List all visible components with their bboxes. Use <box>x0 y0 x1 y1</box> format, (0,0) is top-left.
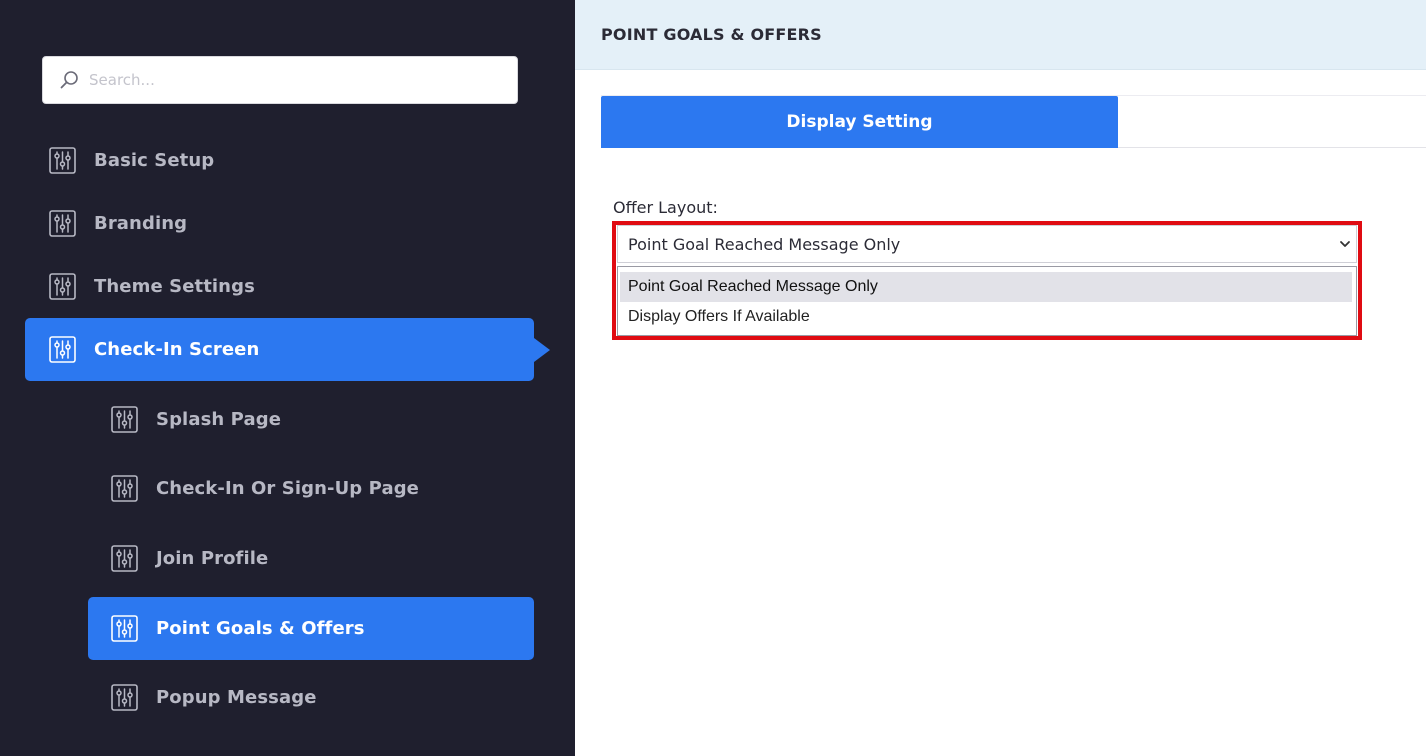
search-icon <box>59 70 79 90</box>
dropdown-option-point-goal-reached[interactable]: Point Goal Reached Message Only <box>620 272 1352 302</box>
sidebar-item-label: Popup Message <box>156 686 317 708</box>
sidebar-item-label: Splash Page <box>156 408 282 430</box>
sidebar-item-basic-setup[interactable]: Basic Setup <box>49 140 214 180</box>
sliders-icon <box>49 272 76 300</box>
search-input[interactable] <box>89 71 489 89</box>
offer-layout-selected-value: Point Goal Reached Message Only <box>628 234 901 254</box>
settings-panel: Display Setting Offer Layout: Point Goal… <box>601 95 1426 340</box>
tab-display-setting[interactable]: Display Setting <box>601 96 1118 148</box>
main-content: POINT GOALS & OFFERS Display Setting Off… <box>575 0 1426 756</box>
sidebar-item-check-in-screen[interactable]: Check-In Screen <box>25 318 550 381</box>
sliders-icon <box>49 146 76 174</box>
sliders-icon <box>111 615 138 642</box>
sliders-icon <box>111 683 138 711</box>
sliders-icon <box>49 209 76 237</box>
sliders-icon <box>111 474 138 502</box>
page-header: POINT GOALS & OFFERS <box>575 0 1426 70</box>
sidebar-subitem-popup-message[interactable]: Popup Message <box>111 677 317 717</box>
offer-layout-select[interactable]: Point Goal Reached Message Only <box>617 225 1357 263</box>
sidebar-item-label: Theme Settings <box>94 275 255 297</box>
sidebar-item-branding[interactable]: Branding <box>49 203 187 243</box>
sidebar-subitem-check-in-or-sign-up[interactable]: Check-In Or Sign-Up Page <box>111 468 419 508</box>
sidebar-item-label: Join Profile <box>156 547 269 569</box>
sidebar: Basic Setup Branding Theme Settings Chec… <box>0 0 575 756</box>
sidebar-subitem-point-goals-offers[interactable]: Point Goals & Offers <box>88 597 534 660</box>
sliders-icon <box>111 544 138 572</box>
chevron-down-icon <box>1338 237 1352 251</box>
sidebar-item-label: Branding <box>94 212 188 234</box>
sidebar-item-label: Point Goals & Offers <box>156 618 365 639</box>
sidebar-subitem-join-profile[interactable]: Join Profile <box>111 538 268 578</box>
sidebar-item-label: Check-In Screen <box>94 339 260 360</box>
active-pointer <box>534 338 550 362</box>
offer-layout-label: Offer Layout: <box>613 198 718 217</box>
search-box[interactable] <box>42 56 518 104</box>
sidebar-item-label: Check-In Or Sign-Up Page <box>156 477 419 499</box>
sliders-icon <box>111 405 138 433</box>
offer-layout-dropdown: Point Goal Reached Message Only Display … <box>617 266 1357 336</box>
sidebar-item-theme-settings[interactable]: Theme Settings <box>49 266 255 306</box>
sliders-icon <box>49 336 76 363</box>
page-title: POINT GOALS & OFFERS <box>601 25 822 44</box>
sidebar-item-label: Basic Setup <box>94 149 215 171</box>
sidebar-subitem-splash-page[interactable]: Splash Page <box>111 399 281 439</box>
dropdown-option-display-offers[interactable]: Display Offers If Available <box>620 302 1352 332</box>
tab-strip: Display Setting <box>601 96 1426 148</box>
